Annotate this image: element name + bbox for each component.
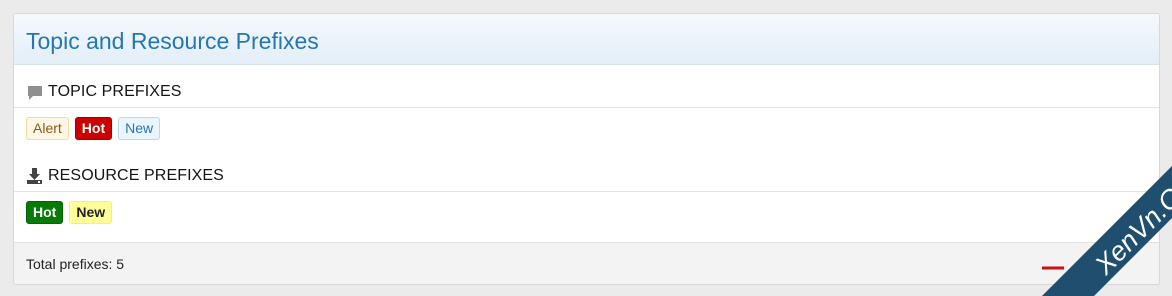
download-icon [26, 168, 43, 185]
prefix-tag-hot[interactable]: Hot [26, 200, 64, 224]
panel-header: Topic and Resource Prefixes [14, 14, 1159, 65]
resource-prefixes-title: RESOURCE PREFIXES [48, 167, 224, 184]
prefix-tag-new[interactable]: New [69, 200, 113, 224]
prefixes-panel: Topic and Resource Prefixes TOPIC PREFIX… [13, 13, 1160, 285]
resource-prefixes-header: RESOURCE PREFIXES [14, 148, 1159, 192]
total-prefixes-count: Total prefixes: 5 [26, 255, 125, 272]
topic-prefixes-header: TOPIC PREFIXES [14, 65, 1159, 108]
prefix-tag-alert[interactable]: Alert [26, 116, 69, 140]
topic-prefixes-title: TOPIC PREFIXES [48, 83, 182, 100]
topic-prefixes-list: Alert Hot New [14, 108, 1159, 148]
panel-footer: Total prefixes: 5 [14, 242, 1159, 284]
prefix-tag-hot[interactable]: Hot [74, 116, 113, 140]
comment-icon [26, 84, 43, 101]
prefix-tag-new[interactable]: New [118, 116, 161, 140]
resource-prefixes-list: Hot New [14, 192, 1159, 232]
panel-title: Topic and Resource Prefixes [26, 27, 319, 54]
page: Topic and Resource Prefixes TOPIC PREFIX… [0, 0, 1172, 296]
